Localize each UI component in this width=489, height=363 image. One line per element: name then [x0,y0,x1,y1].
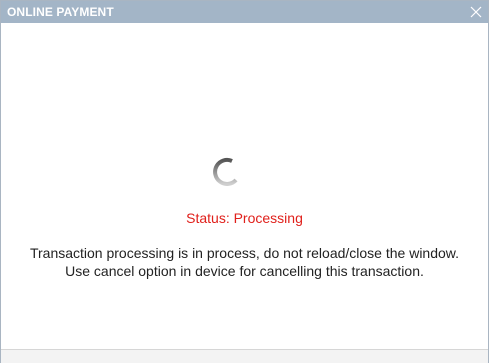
message-line-1: Transaction processing is in process, do… [29,245,460,261]
status-text: Status: Processing [186,210,303,226]
close-button[interactable] [468,4,484,20]
online-payment-dialog: ONLINE PAYMENT Status: Processing Transa… [0,0,489,363]
message-line-2: Use cancel option in device for cancelli… [65,263,424,279]
dialog-title: ONLINE PAYMENT [7,5,114,19]
dialog-footer [1,349,488,363]
loading-spinner-icon [210,156,240,186]
transaction-message: Transaction processing is in process, do… [1,244,478,280]
dialog-body: Status: Processing Transaction processin… [1,23,488,349]
close-icon [470,6,482,18]
dialog-title-bar[interactable]: ONLINE PAYMENT [1,1,488,23]
